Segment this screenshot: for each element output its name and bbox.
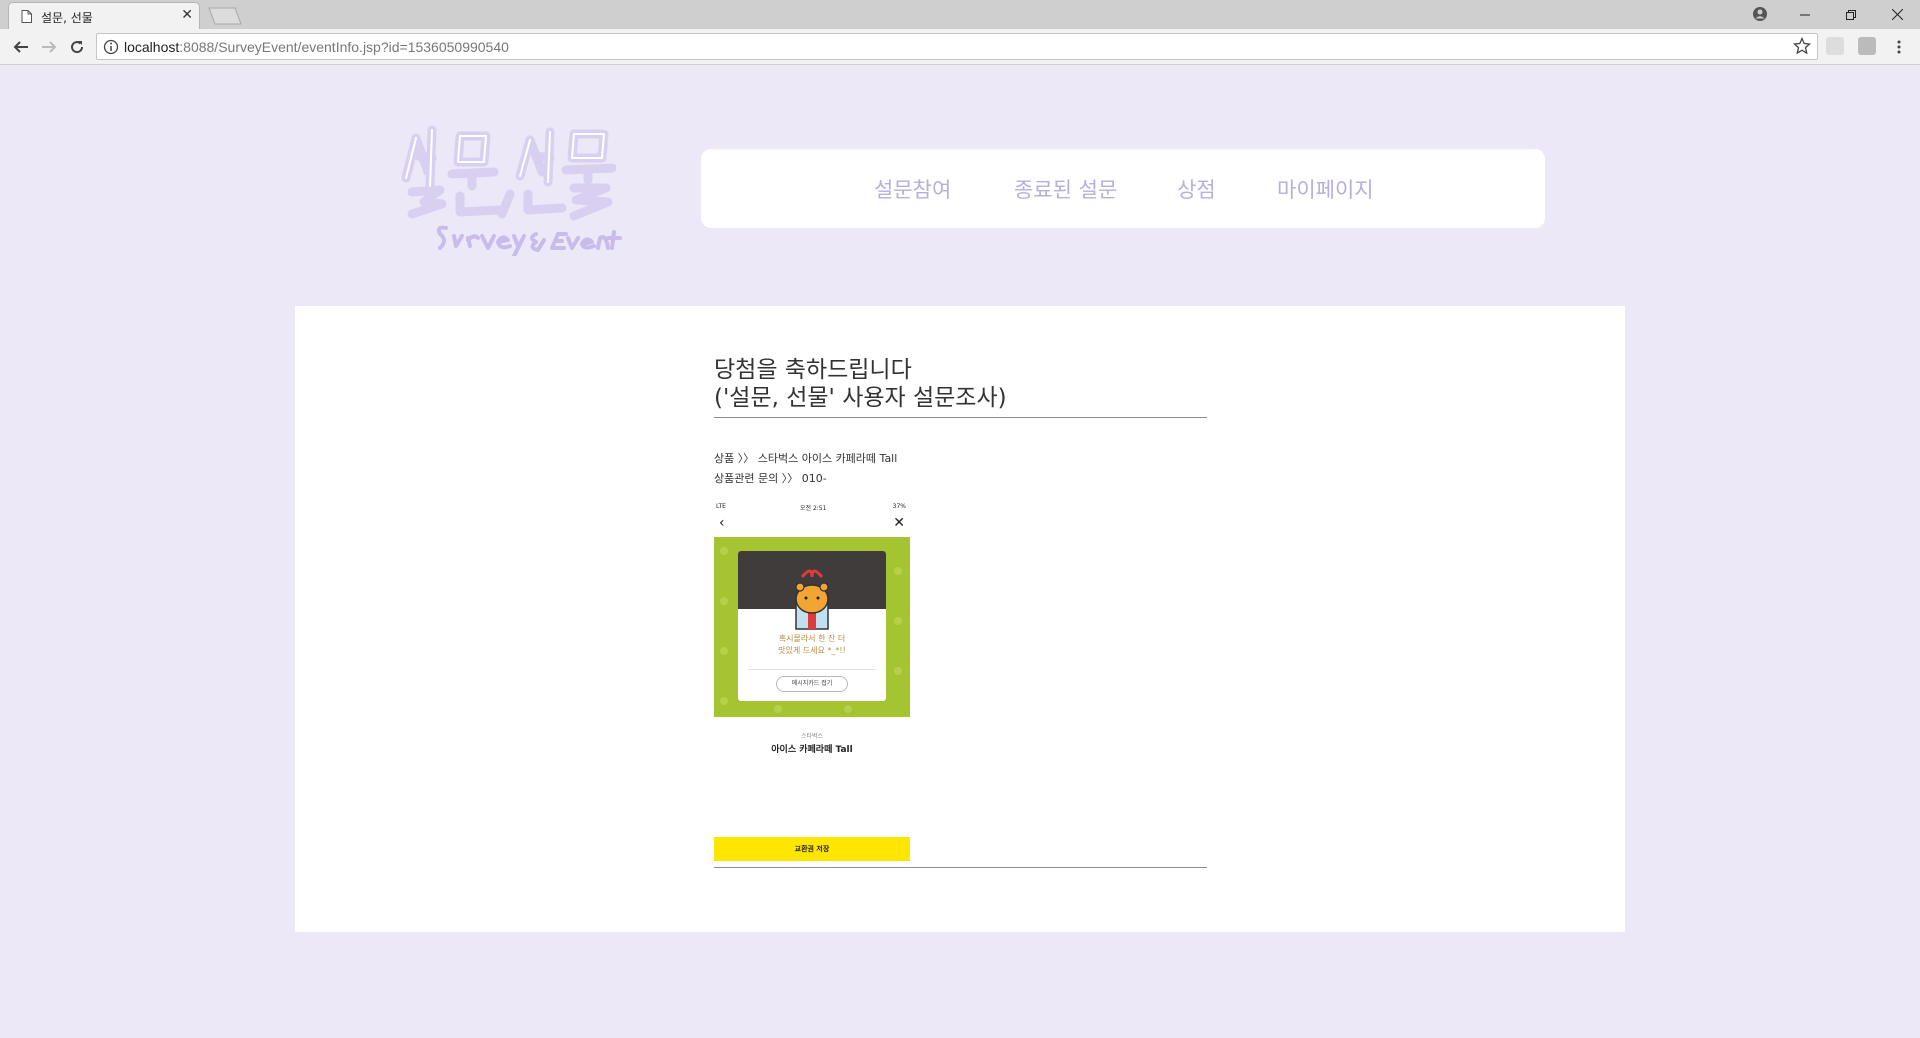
chevron-left-icon: ‹	[719, 515, 725, 531]
nav-item-mypage[interactable]: 마이페이지	[1277, 174, 1374, 204]
main-nav: 설문참여 종료된 설문 상점 마이페이지	[701, 149, 1545, 228]
bookmark-star-icon[interactable]	[1793, 37, 1811, 55]
pattern-dot	[720, 697, 728, 705]
back-button[interactable]	[10, 36, 32, 58]
pattern-dot	[894, 667, 902, 675]
nav-item-store[interactable]: 상점	[1177, 174, 1216, 204]
reload-icon	[71, 41, 84, 54]
divider-top	[714, 417, 1207, 418]
close-icon	[1891, 9, 1903, 20]
browser-menu-button[interactable]	[1888, 36, 1910, 58]
browser-tab[interactable]: 설문, 선물 ✕	[8, 2, 200, 29]
gift-message: 혹시몰라서 한 잔 더 맛있게 드세요 *_*!!	[738, 633, 886, 657]
minimize-icon	[1800, 14, 1810, 15]
profile-icon[interactable]	[1750, 4, 1770, 24]
pattern-dot	[720, 547, 728, 555]
gift-card-background: 혹시몰라서 한 잔 더 맛있게 드세요 *_*!! 메시지카드 접기	[714, 537, 910, 717]
reload-button[interactable]	[66, 36, 88, 58]
url-path: :8088/SurveyEvent/eventInfo.jsp?id=15360…	[179, 39, 509, 55]
page: 설문참여 종료된 설문 상점 마이페이지 당첨을 축하드립니다 ('설문, 선물…	[0, 66, 1920, 1038]
gift-message-line-2: 맛있게 드세요 *_*!!	[778, 646, 846, 655]
address-bar[interactable]: localhost:8088/SurveyEvent/eventInfo.jsp…	[96, 33, 1818, 60]
pattern-dot	[774, 705, 782, 713]
kebab-menu-icon	[1897, 40, 1901, 54]
info-icon[interactable]	[103, 39, 119, 55]
contact-info: 상품관련 문의 〉〉 010-	[714, 472, 827, 485]
status-battery: 37%	[892, 503, 906, 510]
divider-bottom	[714, 867, 1207, 868]
phone-status-bar: LTE 오전 2:51 37%	[714, 501, 910, 513]
url-text: localhost:8088/SurveyEvent/eventInfo.jsp…	[124, 39, 509, 55]
pattern-dot	[894, 567, 902, 575]
pattern-dot	[844, 705, 852, 713]
restore-icon	[1846, 9, 1856, 20]
close-window-button[interactable]	[1874, 0, 1920, 29]
url-host: localhost	[124, 39, 180, 55]
fold-message-card-button: 메시지카드 접기	[776, 676, 848, 692]
title-line-2: ('설문, 선물' 사용자 설문조사)	[714, 385, 1007, 411]
close-icon: ✕	[893, 515, 905, 531]
product-info: 상품 〉〉 스타벅스 아이스 카페라떼 Tall	[714, 452, 898, 465]
gift-message-line-1: 혹시몰라서 한 잔 더	[778, 634, 846, 643]
restore-button[interactable]	[1828, 0, 1874, 29]
extension-icon[interactable]	[1826, 37, 1844, 55]
window-controls	[1782, 0, 1920, 29]
nav-item-survey[interactable]: 설문참여	[874, 174, 951, 204]
brand-name: 스타벅스	[800, 733, 824, 740]
title-line-1: 당첨을 축하드립니다	[714, 357, 912, 383]
site-logo[interactable]	[398, 116, 644, 256]
gift-product-name: 아이스 카페라떼 Tall	[771, 745, 853, 755]
gift-character-icon	[795, 569, 829, 630]
new-tab-button[interactable]	[208, 7, 242, 25]
status-time: 오전 2:51	[800, 505, 827, 512]
browser-toolbar: localhost:8088/SurveyEvent/eventInfo.jsp…	[0, 29, 1920, 65]
arrow-right-icon	[42, 41, 57, 53]
page-title: 당첨을 축하드립니다 ('설문, 선물' 사용자 설문조사)	[714, 356, 1007, 412]
save-coupon-button: 교환권 저장	[714, 837, 910, 861]
card-divider	[748, 669, 876, 670]
browser-tab-bar: 설문, 선물 ✕	[0, 0, 1920, 29]
message-card: 혹시몰라서 한 잔 더 맛있게 드세요 *_*!! 메시지카드 접기	[738, 551, 886, 701]
tab-title: 설문, 선물	[41, 11, 93, 25]
nav-item-closed-surveys[interactable]: 종료된 설문	[1014, 174, 1117, 204]
status-signal: LTE	[716, 503, 726, 510]
gifticon-screenshot: LTE 오전 2:51 37% ‹ ✕ 혹시몰라서 한 잔 더 맛있게 드세요 …	[714, 501, 910, 861]
content-panel: 당첨을 축하드립니다 ('설문, 선물' 사용자 설문조사) 상품 〉〉 스타벅…	[295, 306, 1625, 932]
forward-button[interactable]	[38, 36, 60, 58]
tab-close-icon[interactable]: ✕	[181, 7, 193, 23]
pattern-dot	[720, 647, 728, 655]
pattern-dot	[894, 617, 902, 625]
minimize-button[interactable]	[1782, 0, 1828, 29]
document-icon	[21, 10, 32, 23]
pattern-dot	[720, 597, 728, 605]
arrow-left-icon	[13, 41, 28, 53]
extension-icon[interactable]	[1858, 37, 1876, 55]
